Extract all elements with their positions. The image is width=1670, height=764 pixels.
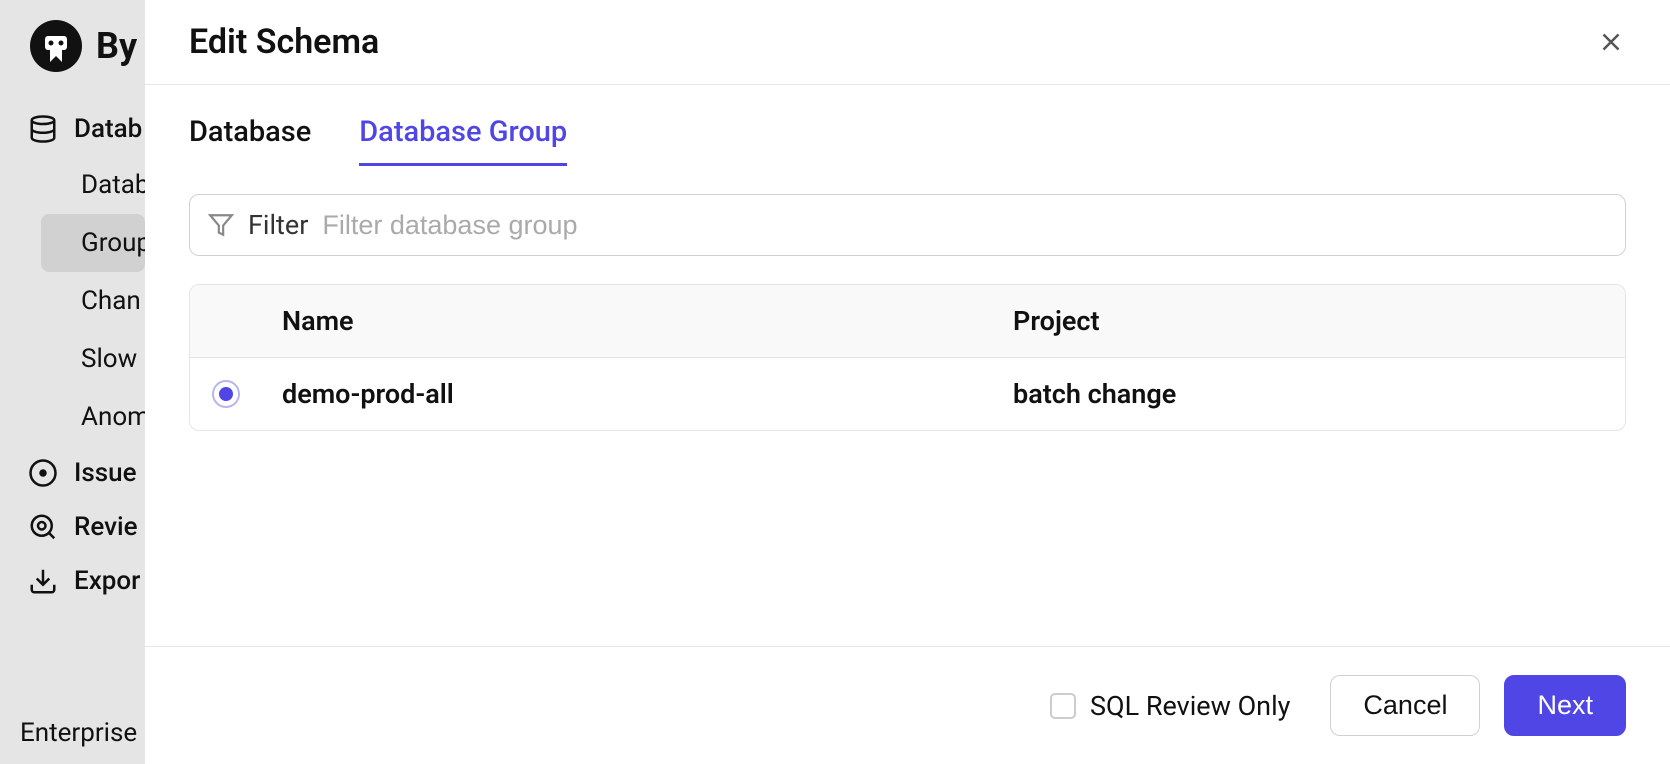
app-name: By <box>96 25 137 67</box>
edit-schema-modal: Edit Schema Database Database Group Filt… <box>145 0 1670 764</box>
nav-sub-change[interactable]: Chan <box>81 272 145 330</box>
tab-database[interactable]: Database <box>189 115 311 166</box>
cell-name: demo-prod-all <box>282 378 1013 410</box>
nav-issues[interactable]: Issue <box>28 446 145 500</box>
next-button[interactable]: Next <box>1504 675 1626 736</box>
modal-header: Edit Schema <box>145 0 1670 85</box>
sql-review-only-option[interactable]: SQL Review Only <box>1050 690 1290 722</box>
nav-export[interactable]: Expor <box>28 554 145 608</box>
table-row[interactable]: demo-prod-all batch change <box>190 358 1625 430</box>
nav-sub-databases[interactable]: Datab <box>81 156 145 214</box>
filter-input[interactable] <box>322 210 1607 241</box>
sql-review-label: SQL Review Only <box>1090 690 1290 722</box>
tabs: Database Database Group <box>189 115 1626 166</box>
modal-title: Edit Schema <box>189 22 379 62</box>
app-logo-icon <box>30 20 82 72</box>
filter-icon <box>208 212 234 238</box>
close-icon[interactable] <box>1596 27 1626 57</box>
modal-footer: SQL Review Only Cancel Next <box>145 646 1670 764</box>
download-icon <box>28 566 58 596</box>
nav-sub-anomaly[interactable]: Anom <box>81 388 145 446</box>
database-group-table: Name Project demo-prod-all batch change <box>189 284 1626 431</box>
table-header: Name Project <box>190 285 1625 358</box>
plan-label: Enterprise <box>20 718 137 748</box>
nav-database[interactable]: Datab <box>28 102 145 156</box>
column-project: Project <box>1013 305 1603 337</box>
filter-bar: Filter <box>189 194 1626 256</box>
nav-review[interactable]: Revie <box>28 500 145 554</box>
nav-sub-slow[interactable]: Slow <box>81 330 145 388</box>
column-name: Name <box>282 305 1013 337</box>
sql-review-checkbox[interactable] <box>1050 693 1076 719</box>
cell-project: batch change <box>1013 378 1603 410</box>
filter-label: Filter <box>248 209 308 241</box>
cancel-button[interactable]: Cancel <box>1330 675 1480 736</box>
tab-database-group[interactable]: Database Group <box>359 115 567 166</box>
review-icon <box>28 512 58 542</box>
sidebar: By Datab Datab Group Chan Slow Anom Issu… <box>0 0 145 764</box>
nav-sub-groups[interactable]: Group <box>41 214 145 272</box>
issue-icon <box>28 458 58 488</box>
modal-body: Database Database Group Filter Name Proj… <box>145 85 1670 646</box>
logo[interactable]: By <box>0 10 145 102</box>
database-icon <box>28 114 58 144</box>
row-radio[interactable] <box>212 380 240 408</box>
